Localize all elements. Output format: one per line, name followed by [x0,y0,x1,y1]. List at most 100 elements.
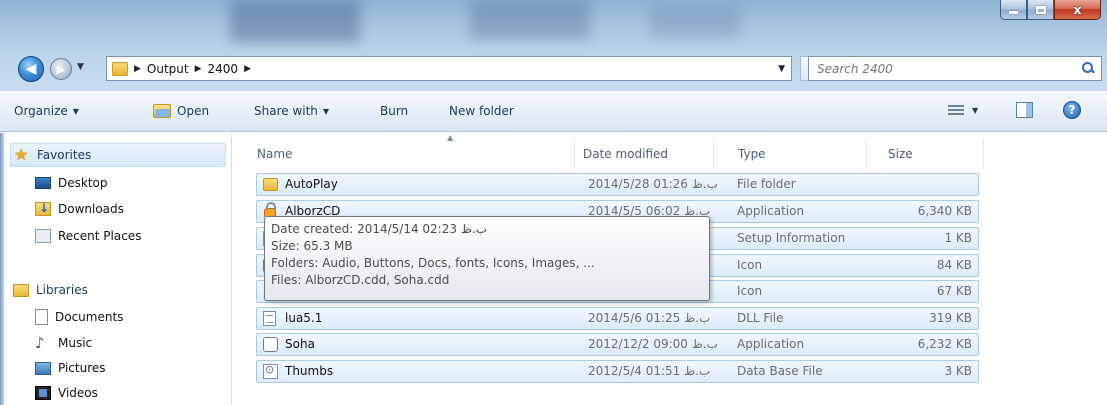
chevron-down-icon: ▼ [72,106,79,116]
folder-icon [263,178,278,191]
forward-button[interactable]: ▶ [50,58,72,80]
favorites-label: Favorites [37,148,92,162]
sidebar-item-music[interactable]: ♪ Music [35,335,92,351]
tooltip-folders: Folders: Audio, Buttons, Docs, fonts, Ic… [271,256,595,270]
help-icon[interactable]: ? [1063,101,1081,119]
column-header-name[interactable]: Name [233,139,575,169]
file-type: Application [737,337,805,351]
breadcrumb-output[interactable]: Output [147,62,189,76]
organize-button[interactable]: Organize ▼ [14,104,79,118]
sidebar-item-pictures[interactable]: Pictures [35,361,106,375]
sidebar-favorites[interactable]: ★ Favorites [10,143,226,167]
file-type: Icon [737,258,763,272]
file-type: Setup Information [737,231,846,245]
sidebar-libraries[interactable]: Libraries [13,283,88,297]
window-controls: x [1000,0,1101,20]
sidebar-item-videos[interactable]: Videos [35,386,98,400]
maximize-button[interactable] [1027,0,1054,20]
navigation-pane: ★ Favorites Desktop Downloads Recent Pla… [0,133,232,405]
file-name: Soha [285,337,315,351]
libraries-icon [13,283,29,297]
breadcrumb-chevron-icon[interactable]: ▶ [195,64,202,74]
preview-pane-icon[interactable] [1016,102,1033,118]
documents-icon [35,309,48,325]
breadcrumb-2400[interactable]: 2400 [208,62,239,76]
column-header-label: Size [888,147,913,161]
sidebar-item-label: Downloads [58,202,124,216]
address-dropdown-icon[interactable]: ▼ [778,64,785,74]
file-size: 1 KB [944,231,972,245]
column-header-size[interactable]: Size [867,139,984,169]
file-type: Data Base File [737,364,823,378]
tooltip-files: Files: AlborzCD.cdd, Soha.cdd [271,273,450,287]
file-size: 6,232 KB [917,337,972,351]
file-type: File folder [737,177,796,191]
file-size: 6,340 KB [917,204,972,218]
dll-file-icon [263,311,276,326]
sidebar-item-downloads[interactable]: Downloads [35,201,124,216]
file-date: 2014/5/6 01:25 ب.ظ [588,311,711,325]
desktop-icon [35,177,51,189]
open-icon [153,104,171,118]
maximize-icon [1035,5,1046,14]
file-size: 319 KB [929,311,972,325]
breadcrumb-chevron-icon[interactable]: ▶ [244,64,251,74]
sidebar-item-label: Pictures [58,361,106,375]
star-icon: ★ [14,145,29,164]
back-button[interactable]: ◀ [18,56,44,82]
search-icon[interactable] [1082,62,1095,75]
tooltip-size: Size: 65.3 MB [271,239,353,253]
address-bar[interactable]: ▶ Output ▶ 2400 ▶ ▼ [106,56,792,81]
back-arrow-icon: ◀ [25,61,37,77]
file-row-soha[interactable]: Soha 2012/12/2 09:00 ب.ظ Application 6,2… [256,333,979,356]
file-size: 84 KB [936,258,972,272]
sidebar-item-label: Videos [58,386,98,400]
background-blur [470,0,590,40]
background-blur [230,0,360,42]
close-button[interactable]: x [1054,0,1101,20]
breadcrumb-chevron-icon[interactable]: ▶ [134,64,141,74]
sidebar-item-desktop[interactable]: Desktop [35,176,108,190]
column-header-date-modified[interactable]: Date modified [564,139,714,169]
recent-pages-dropdown[interactable]: ▼ [77,62,84,72]
sidebar-item-documents[interactable]: Documents [35,309,123,325]
change-view-icon[interactable] [948,103,964,117]
forward-arrow-icon: ▶ [56,62,66,76]
burn-button[interactable]: Burn [380,104,408,118]
sidebar-item-label: Documents [55,310,124,324]
pictures-icon [35,361,51,375]
burn-label: Burn [380,104,409,118]
file-date: 2012/5/4 01:51 ب.ظ [588,364,711,378]
command-bar: Organize ▼ Open Share with ▼ Burn New fold… [0,90,1107,132]
sidebar-item-label: Music [58,336,93,350]
tooltip-date-created: Date created: 2014/5/14 02:23 ب.ظ [271,222,488,236]
libraries-label: Libraries [36,283,88,297]
navigation-bar: ◀ ▶ ▼ ▶ Output ▶ 2400 ▶ ▼ ↻ [0,52,1107,86]
file-size: 67 KB [936,284,972,298]
file-row-lua5-1[interactable]: lua5.1 2014/5/6 01:25 ب.ظ DLL File 319 K… [256,307,979,330]
sidebar-item-recent-places[interactable]: Recent Places [35,229,141,243]
chevron-down-icon: ▼ [322,106,330,116]
file-row-autoplay[interactable]: AutoPlay 2014/5/28 01:26 ب.ظ File folder [256,173,979,196]
column-header-type[interactable]: Type [714,139,867,169]
share-with-button[interactable]: Share with ▼ [254,104,329,118]
search-box[interactable] [808,56,1102,81]
sidebar-item-label: Recent Places [58,229,142,243]
column-header-label: Name [257,147,293,161]
recent-places-icon [35,229,51,243]
share-with-label: Share with [254,104,318,118]
file-row-thumbs[interactable]: Thumbs 2012/5/4 01:51 ب.ظ Data Base File… [256,360,979,383]
application-icon [263,337,278,352]
videos-icon [35,386,51,400]
open-button[interactable]: Open [153,104,209,118]
file-date: 2012/12/2 09:00 ب.ظ [588,337,718,351]
search-input[interactable] [817,61,1057,76]
minimize-button[interactable] [1000,0,1027,20]
downloads-icon [35,201,51,216]
file-type: Icon [737,284,763,298]
views-dropdown-icon[interactable]: ▼ [972,106,978,115]
folder-info-tooltip: Date created: 2014/5/14 02:23 ب.ظ Size: … [264,216,710,301]
minimize-icon [1009,11,1018,14]
close-icon: x [1073,2,1082,17]
new-folder-button[interactable]: New folder [449,104,514,118]
